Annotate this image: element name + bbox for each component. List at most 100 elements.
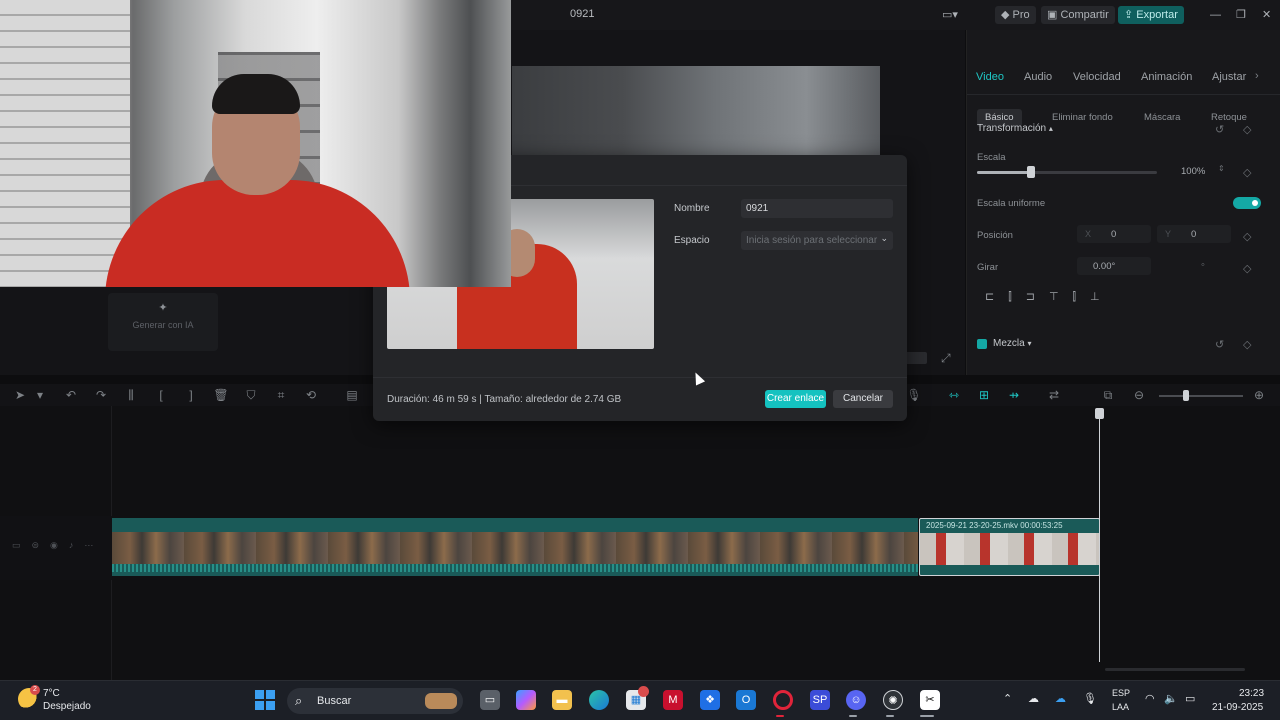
transform-section-title[interactable]: Transformación ▴ — [977, 123, 1053, 134]
player-preview — [512, 66, 880, 166]
keyframe-icon[interactable]: ◇ — [1243, 230, 1251, 243]
chevron-right-icon[interactable]: › — [1255, 70, 1259, 82]
fullscreen-icon[interactable]: ⤢ — [941, 351, 951, 366]
minimize-icon[interactable]: — — [1204, 6, 1227, 24]
task-view-icon[interactable]: ▭ — [480, 690, 500, 710]
scale-slider[interactable] — [977, 171, 1157, 174]
keyframe-icon[interactable]: ◇ — [1243, 123, 1251, 136]
keyframe-icon[interactable]: ◇ — [1243, 262, 1251, 275]
export-button[interactable]: ⇪ Exportar — [1118, 6, 1184, 24]
layout-icon[interactable]: ▭▾ — [936, 6, 976, 24]
keyboard-layout[interactable]: LAA — [1112, 702, 1129, 712]
pro-button[interactable]: ◆ Pro — [995, 6, 1036, 24]
cancel-button[interactable]: Cancelar — [833, 390, 893, 408]
zoom-slider-handle[interactable] — [1183, 390, 1189, 401]
tab-adjust[interactable]: Ajustar — [1212, 71, 1246, 83]
tab-animation[interactable]: Animación — [1141, 71, 1192, 83]
subtab-remove-bg[interactable]: Eliminar fondo — [1052, 109, 1113, 127]
onedrive-icon[interactable]: ☁ — [1055, 692, 1066, 705]
tab-video[interactable]: Video — [976, 71, 1004, 83]
timeline-clip[interactable] — [112, 518, 918, 576]
zoom-in-icon[interactable]: ⊕ — [1251, 387, 1267, 403]
space-select[interactable]: Inicia sesión para seleccionar ⌄ — [741, 231, 893, 250]
keyframe-icon[interactable]: ◇ — [1243, 166, 1251, 179]
capcut-icon[interactable]: ✂ — [920, 690, 940, 710]
opera-icon[interactable] — [773, 690, 793, 710]
scale-slider-handle[interactable] — [1027, 166, 1035, 178]
position-x-field[interactable]: X 0 — [1077, 225, 1151, 243]
opera-running-indicator — [776, 715, 784, 717]
chatgpt-icon[interactable]: ✺ — [883, 690, 903, 710]
subtab-mask[interactable]: Máscara — [1144, 109, 1180, 127]
monitor-icon[interactable]: ⧉ — [1100, 387, 1116, 403]
link-icon[interactable]: ⇿ — [946, 387, 962, 403]
undo-icon[interactable]: ↶ — [63, 387, 79, 403]
rotate-field[interactable]: 0.00° — [1077, 257, 1151, 275]
weather-description[interactable]: Despejado — [43, 701, 91, 712]
trim-right-icon[interactable]: ] — [183, 387, 199, 403]
windows-start-icon[interactable] — [255, 690, 275, 710]
cloud-icon[interactable]: ☁ — [1028, 692, 1039, 705]
rotate-dial-icon[interactable]: ◦ — [1201, 259, 1205, 271]
tab-audio[interactable]: Audio — [1024, 71, 1052, 83]
speed-icon[interactable]: ⟲ — [303, 387, 319, 403]
align-icons[interactable]: ⊏⫿⊐⊤⫿⊥ — [985, 290, 1114, 304]
diamond-icon: ◆ — [1001, 9, 1013, 21]
mcafee-icon[interactable]: M — [663, 690, 683, 710]
trim-left-icon[interactable]: [ — [153, 387, 169, 403]
taskbar-search[interactable]: ⌕ Buscar — [287, 688, 463, 714]
reset-icon[interactable]: ↺ — [1215, 123, 1224, 136]
timeline-scrollbar[interactable] — [1105, 668, 1245, 671]
crop-icon[interactable]: ⌗ — [273, 387, 289, 403]
playhead[interactable] — [1099, 409, 1100, 662]
position-y-field[interactable]: Y 0 — [1157, 225, 1231, 243]
split-icon[interactable]: ⫼ — [123, 387, 139, 403]
snap-icon[interactable]: ⇄ — [1046, 387, 1062, 403]
timeline-clip-selected[interactable]: 2025-09-21 23-20-25.mkv 00:00:53:25 — [919, 518, 1100, 576]
wifi-icon[interactable]: ◠ — [1145, 692, 1155, 705]
weather-temperature[interactable]: 7°C — [43, 688, 60, 699]
create-link-button[interactable]: Crear enlace — [765, 390, 826, 408]
clock-date[interactable]: 21-09-2025 — [1212, 702, 1263, 713]
select-tool-icon[interactable]: ➤ — [12, 387, 28, 403]
tab-speed[interactable]: Velocidad — [1073, 71, 1121, 83]
marker-icon[interactable]: ⛉ — [243, 387, 259, 403]
outlook-icon[interactable]: O — [736, 690, 756, 710]
reset-icon[interactable]: ↺ — [1215, 338, 1224, 351]
volume-icon[interactable]: 🔈 — [1164, 692, 1178, 705]
uniform-scale-toggle[interactable] — [1233, 197, 1261, 209]
close-icon[interactable]: ✕ — [1256, 6, 1277, 24]
clip-name: 2025-09-21 23-20-25.mkv — [926, 521, 1019, 530]
chevron-down-icon[interactable]: ▾ — [32, 387, 48, 403]
keyframe-icon[interactable]: ◇ — [1243, 338, 1251, 351]
blend-checkbox[interactable] — [977, 339, 987, 349]
mic-icon[interactable]: 🎙 — [906, 387, 922, 403]
sp-icon[interactable]: SP — [810, 690, 830, 710]
dropbox-icon[interactable]: ❖ — [700, 690, 720, 710]
subtitle-icon[interactable]: ▤ — [344, 387, 360, 403]
share-button[interactable]: ▣ Compartir — [1041, 6, 1115, 24]
discord-icon[interactable]: ☺ — [846, 690, 866, 710]
playhead-handle[interactable] — [1095, 408, 1104, 419]
redo-icon[interactable]: ↷ — [93, 387, 109, 403]
chevron-up-icon[interactable]: ⌃ — [1003, 692, 1012, 705]
generate-ai-card[interactable]: ✦ Generar con IA — [108, 293, 218, 351]
scale-value[interactable]: 100% — [1181, 166, 1205, 177]
zoom-out-icon[interactable]: ⊖ — [1131, 387, 1147, 403]
stepper-icon[interactable]: ⇕ — [1218, 164, 1225, 173]
blend-section[interactable]: Mezcla ▾ — [993, 338, 1031, 349]
name-input[interactable] — [741, 199, 893, 218]
magnet-icon[interactable]: ⊞ — [976, 387, 992, 403]
file-explorer-icon[interactable]: ▬ — [552, 690, 572, 710]
maximize-icon[interactable]: ❐ — [1230, 6, 1252, 24]
delete-icon[interactable]: 🗑 — [213, 387, 229, 403]
mic-icon[interactable]: 🎙 — [1083, 692, 1097, 705]
preview-axis-icon[interactable]: ⇸ — [1006, 387, 1022, 403]
language-code[interactable]: ESP — [1112, 688, 1130, 698]
edge-icon[interactable] — [589, 690, 609, 710]
track-controls-icons[interactable]: ▭⊜◉♪⋯ — [12, 540, 104, 551]
clock-time[interactable]: 23:23 — [1239, 688, 1264, 699]
zoom-slider[interactable] — [1159, 395, 1243, 397]
copilot-icon[interactable] — [516, 690, 536, 710]
battery-icon[interactable]: ▭ — [1185, 692, 1195, 705]
